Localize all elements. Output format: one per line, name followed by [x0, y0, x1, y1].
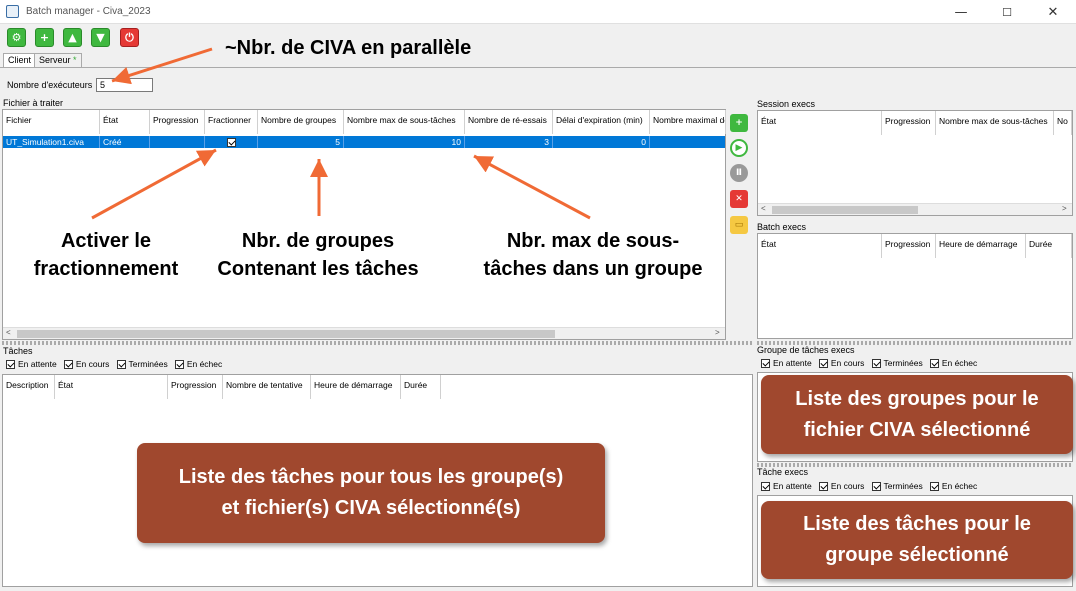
annotation-split: Activer le fractionnement — [16, 227, 196, 283]
callout-tasks-group: Liste des tâches pour le groupe sélectio… — [761, 501, 1073, 579]
annotation-line: Activer le — [60, 230, 152, 252]
annotation-max: Nbr. max de sous- tâches dans un groupe — [462, 227, 724, 283]
callout-line: et fichier(s) CIVA sélectionné(s) — [221, 497, 521, 519]
callout-tasks-all: Liste des tâches pour tous les groupe(s)… — [137, 443, 605, 543]
callout-line: Liste des tâches pour le — [803, 513, 1031, 535]
callout-line: fichier CIVA sélectionné — [803, 418, 1031, 441]
callout-line: Liste des tâches pour tous les groupe(s) — [178, 466, 564, 488]
callout-line: Liste des groupes pour le — [795, 387, 1039, 410]
callout-line: groupe sélectionné — [825, 544, 1009, 566]
annotation-line: tâches dans un groupe — [483, 258, 703, 280]
annotation-line: Nbr. de groupes — [241, 230, 395, 252]
annotation-groups: Nbr. de groupes Contenant les tâches — [196, 227, 440, 283]
callout-groups: Liste des groupes pour le fichier CIVA s… — [761, 375, 1073, 454]
annotation-line: Contenant les tâches — [217, 258, 419, 280]
annotation-line: fractionnement — [33, 258, 179, 280]
annotation-parallel: ~Nbr. de CIVA en parallèle — [225, 37, 472, 59]
annotation-line: Nbr. max de sous- — [506, 230, 680, 252]
